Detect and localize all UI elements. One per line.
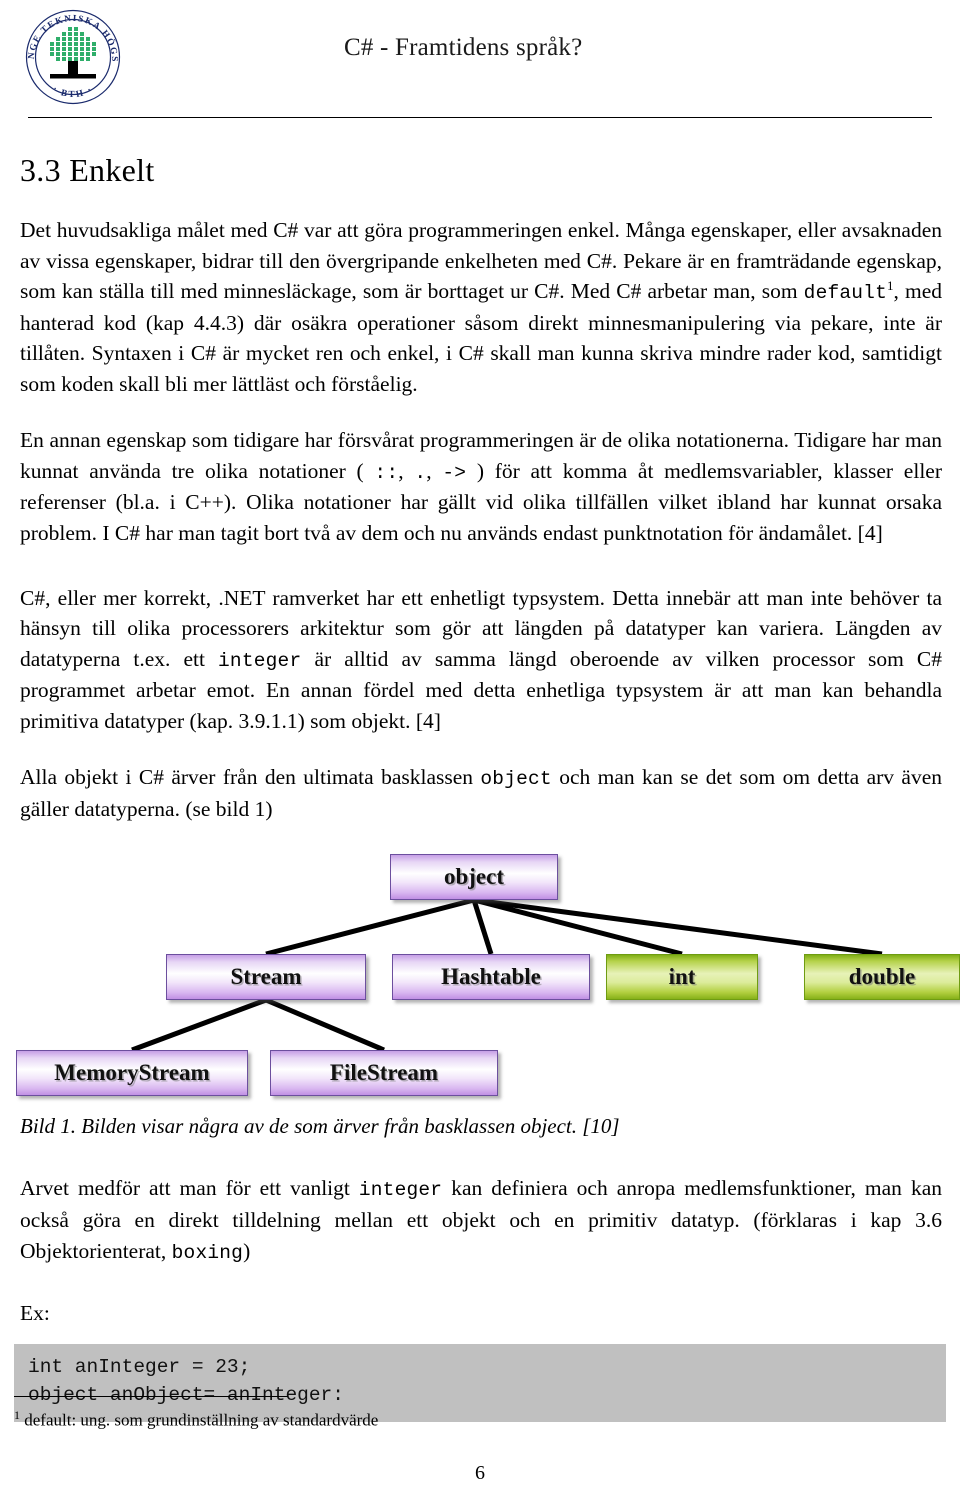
diagram-node-label: FileStream — [329, 1060, 439, 1086]
diagram-node-label: int — [668, 964, 696, 990]
footnote-separator — [14, 1396, 288, 1397]
diagram-node-hashtable: Hashtable — [392, 954, 590, 1001]
footnote: 1 default: ung. som grundinställning av … — [14, 1408, 378, 1431]
p5-code-integer: integer — [358, 1179, 443, 1202]
diagram-node-object: object — [390, 854, 558, 901]
diagram-node-label: object — [443, 864, 505, 890]
page-header: BLEKINGE TEKNISKA HÖGSKOLA · BTH · — [14, 0, 946, 118]
diagram-edge-object-to-double — [473, 897, 883, 957]
diagram-node-double: double — [804, 954, 960, 1001]
diagram-node-label: double — [848, 964, 916, 990]
p4-text-a: Alla objekt i C# ärver från den ultimata… — [20, 765, 481, 790]
paragraph-1: Det huvudsakliga målet med C# var att gö… — [20, 215, 942, 399]
svg-text:· BTH ·: · BTH · — [51, 84, 95, 100]
diagram-node-label: MemoryStream — [54, 1060, 210, 1086]
diagram-node-filestream: FileStream — [270, 1050, 498, 1097]
p2-code-scope: :: — [374, 461, 399, 484]
diagram-node-memorystream: MemoryStream — [16, 1050, 248, 1097]
paragraph-4: Alla objekt i C# ärver från den ultimata… — [20, 762, 942, 824]
example-label: Ex: — [20, 1301, 50, 1326]
header-divider — [28, 117, 932, 118]
diagram-node-stream: Stream — [166, 954, 366, 1001]
p2-text-c: , — [426, 458, 443, 483]
diagram-edge-stream-to-memorystream — [131, 998, 267, 1053]
page-number: 6 — [475, 1462, 485, 1484]
p2-code-dot: . — [414, 461, 427, 484]
p1-code-default: default — [803, 282, 887, 305]
figure-caption: Bild 1. Bilden visar några av de som ärv… — [20, 1114, 620, 1139]
diagram-edge-stream-to-filestream — [265, 998, 385, 1053]
p2-code-arrow: -> — [442, 461, 467, 484]
diagram-node-label: Stream — [230, 964, 302, 990]
diagram-edge-object-to-hashtable — [471, 899, 494, 956]
paragraph-3: C#, eller mer korrekt, .NET ramverket ha… — [20, 583, 942, 737]
p2-text-b: , — [398, 458, 415, 483]
class-hierarchy-diagram: object Stream Hashtable int double MemoryStre… — [14, 846, 960, 1114]
p4-code-object: object — [480, 768, 552, 791]
diagram-node-int: int — [606, 954, 758, 1001]
code-line-1: int anInteger = 23; — [28, 1356, 251, 1379]
diagram-node-label: Hashtable — [441, 964, 541, 990]
footnote-marker: 1 — [14, 1408, 20, 1422]
header-title: C# - Framtidens språk? — [344, 34, 583, 61]
diagram-edge-object-to-int — [473, 898, 683, 957]
paragraph-5: Arvet medför att man för ett vanligt int… — [20, 1173, 942, 1267]
p5-text-a: Arvet medför att man för ett vanligt — [20, 1176, 359, 1201]
p5-code-boxing: boxing — [171, 1241, 244, 1264]
document-page: BLEKINGE TEKNISKA HÖGSKOLA · BTH · — [0, 0, 960, 1499]
bth-logo: BLEKINGE TEKNISKA HÖGSKOLA · BTH · — [18, 0, 124, 108]
p3-code-integer: integer — [218, 649, 302, 672]
paragraph-2: En annan egenskap som tidigare har försv… — [20, 425, 942, 548]
page-title: 3.3 Enkelt — [20, 152, 155, 188]
footnote-text: default: ung. som grundinställning av st… — [24, 1410, 379, 1430]
diagram-edge-object-to-stream — [265, 898, 475, 957]
p5-text-c: ) — [243, 1238, 251, 1263]
